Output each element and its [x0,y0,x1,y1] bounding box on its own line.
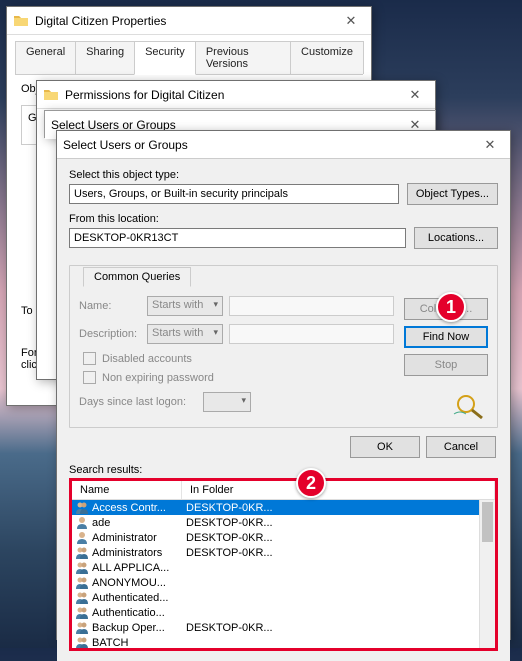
titlebar[interactable]: Permissions for Digital Citizen ✕ [37,81,435,109]
row-folder: DESKTOP-0KR... [184,532,273,544]
non-expiring-checkbox[interactable] [83,371,96,384]
principal-icon [75,546,89,559]
row-name: ade [92,517,184,529]
row-name: Authenticated... [92,592,184,604]
list-item[interactable]: Authenticatio... [72,605,495,620]
callout-2: 2 [296,468,326,498]
folder-icon [13,13,29,29]
description-label: Description: [79,328,141,340]
tab-customize[interactable]: Customize [290,41,364,74]
callout-1: 1 [436,292,466,322]
list-item[interactable]: Authenticated... [72,590,495,605]
row-folder: DESKTOP-0KR... [184,622,273,634]
list-item[interactable]: adeDESKTOP-0KR... [72,515,495,530]
row-name: ANONYMOU... [92,577,184,589]
list-item[interactable]: Access Contr...DESKTOP-0KR... [72,500,495,515]
object-type-label: Select this object type: [69,169,498,181]
ok-button[interactable]: OK [350,436,420,458]
find-now-button[interactable]: Find Now [404,326,488,348]
row-folder: DESKTOP-0KR... [184,502,273,514]
location-field[interactable]: DESKTOP-0KR13CT [69,228,406,248]
list-item[interactable]: ANONYMOU... [72,575,495,590]
description-input[interactable] [229,324,394,344]
days-combo[interactable] [203,392,251,412]
row-folder: DESKTOP-0KR... [184,517,273,529]
search-icon [452,392,488,420]
list-item[interactable]: ALL APPLICA... [72,560,495,575]
titlebar[interactable]: Digital Citizen Properties ✕ [7,7,371,35]
row-folder: DESKTOP-0KR... [184,547,273,559]
tab-previous-versions[interactable]: Previous Versions [195,41,291,74]
list-item[interactable]: Backup Oper...DESKTOP-0KR... [72,620,495,635]
location-label: From this location: [69,213,498,225]
non-expiring-label: Non expiring password [102,372,214,384]
row-name: ALL APPLICA... [92,562,184,574]
disabled-accounts-label: Disabled accounts [102,353,192,365]
common-queries-tab[interactable]: Common Queries [83,267,191,287]
days-label: Days since last logon: [79,396,197,408]
list-item[interactable]: AdministratorsDESKTOP-0KR... [72,545,495,560]
cancel-button[interactable]: Cancel [426,436,496,458]
locations-button[interactable]: Locations... [414,227,498,249]
object-type-field[interactable]: Users, Groups, or Built-in security prin… [69,184,399,204]
row-name: Access Contr... [92,502,184,514]
folder-icon [43,87,59,103]
scrollbar[interactable] [479,500,495,648]
row-name: Administrators [92,547,184,559]
results-header: Name In Folder [72,481,495,500]
principal-icon [75,606,89,619]
titlebar[interactable]: Select Users or Groups ✕ [57,131,510,159]
principal-icon [75,561,89,574]
description-match-combo[interactable]: Starts with [147,324,223,344]
search-results-label: Search results: [69,464,498,476]
list-item[interactable]: AdministratorDESKTOP-0KR... [72,530,495,545]
object-types-button[interactable]: Object Types... [407,183,498,205]
close-icon[interactable]: ✕ [337,11,365,31]
principal-icon [75,591,89,604]
row-name: Administrator [92,532,184,544]
principal-icon [75,516,89,529]
principal-icon [75,621,89,634]
dialog-title: Select Users or Groups [63,138,476,152]
row-name: Authenticatio... [92,607,184,619]
window-title: Digital Citizen Properties [35,14,337,28]
window-title: Permissions for Digital Citizen [65,88,401,102]
column-name[interactable]: Name [72,481,182,499]
disabled-accounts-checkbox[interactable] [83,352,96,365]
column-folder[interactable]: In Folder [182,481,495,499]
common-queries-group: Common Queries Name: Starts with Descrip… [69,257,498,428]
list-item[interactable]: BATCH [72,635,495,648]
name-match-combo[interactable]: Starts with [147,296,223,316]
tab-general[interactable]: General [15,41,76,74]
name-input[interactable] [229,296,394,316]
tab-security[interactable]: Security [134,41,196,75]
principal-icon [75,531,89,544]
principal-icon [75,636,89,648]
principal-icon [75,501,89,514]
results-list[interactable]: Access Contr...DESKTOP-0KR...adeDESKTOP-… [72,500,495,648]
stop-button[interactable]: Stop [404,354,488,376]
search-results-highlight: Name In Folder Access Contr...DESKTOP-0K… [69,478,498,651]
scroll-thumb[interactable] [482,502,493,542]
tab-sharing[interactable]: Sharing [75,41,135,74]
principal-icon [75,576,89,589]
tabs: General Sharing Security Previous Versio… [7,35,371,74]
close-icon[interactable]: ✕ [476,135,504,155]
row-name: Backup Oper... [92,622,184,634]
row-name: BATCH [92,637,184,649]
close-icon[interactable]: ✕ [401,85,429,105]
select-users-dialog: Select Users or Groups ✕ Select this obj… [56,130,511,640]
name-label: Name: [79,300,141,312]
